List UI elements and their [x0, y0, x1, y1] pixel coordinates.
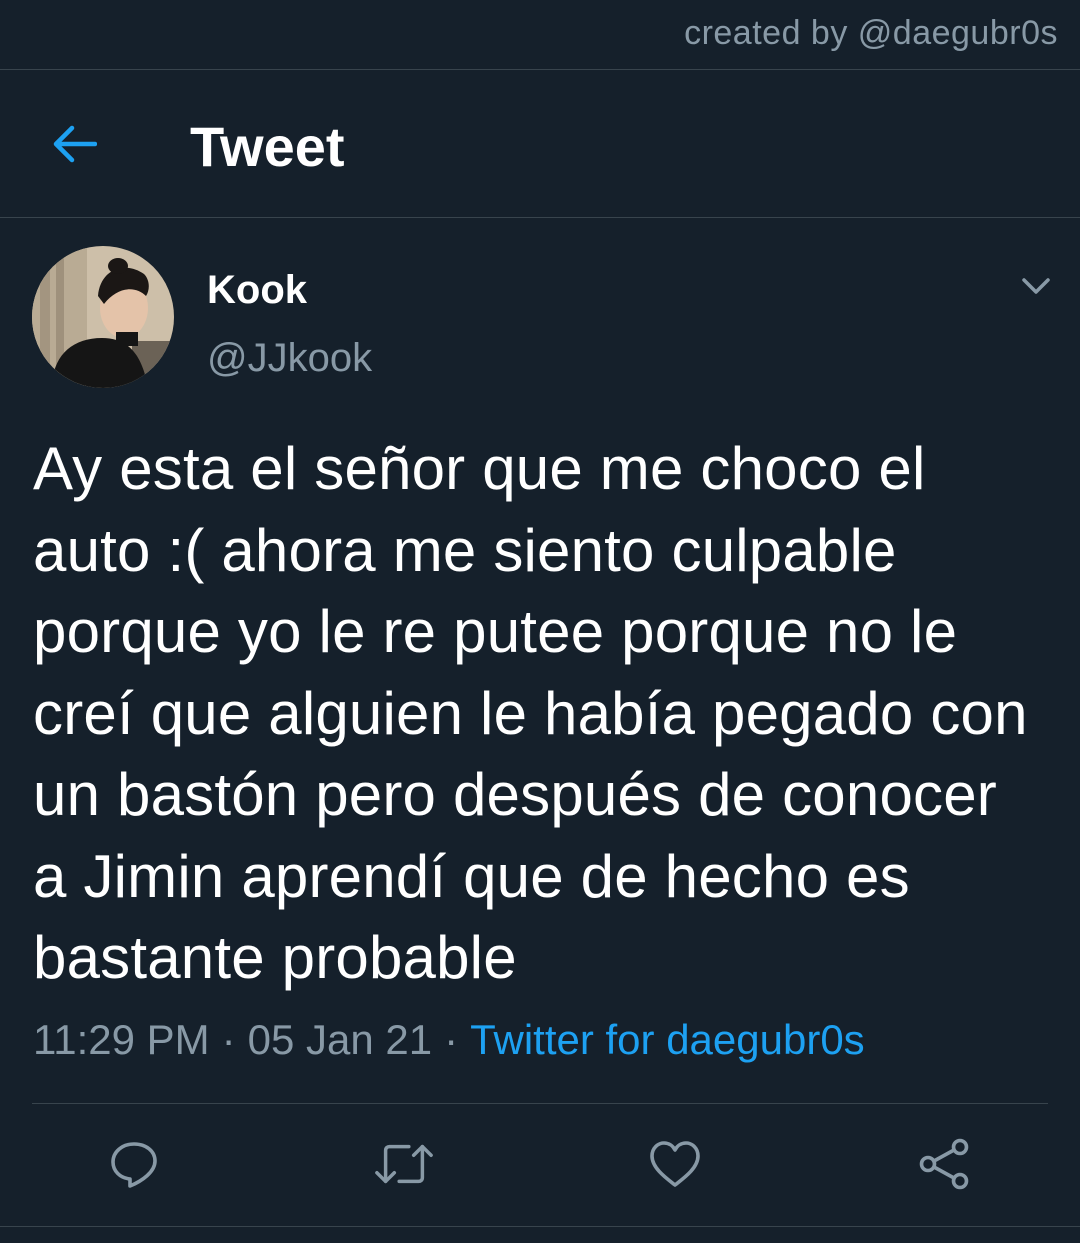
tweet-meta: 11:29 PM · 05 Jan 21 · Twitter for daegubr0s: [33, 1016, 865, 1064]
bottom-divider: [0, 1226, 1080, 1227]
credit-bar: created by @daegubr0s: [0, 0, 1080, 70]
page-title: Tweet: [190, 115, 345, 178]
back-button[interactable]: [44, 116, 104, 172]
avatar-image: [32, 246, 174, 388]
meta-separator: ·: [221, 1016, 236, 1063]
tweet-source-link[interactable]: Twitter for daegubr0s: [470, 1016, 865, 1063]
credit-text: created by @daegubr0s: [684, 14, 1058, 52]
share-button[interactable]: [914, 1134, 974, 1194]
share-icon: [919, 1138, 969, 1190]
avatar[interactable]: [32, 246, 174, 388]
tweet-time: 11:29 PM: [33, 1016, 210, 1063]
retweet-icon: [375, 1144, 433, 1184]
chevron-down-icon: [1022, 278, 1050, 294]
reply-icon: [111, 1142, 157, 1188]
header: Tweet: [0, 70, 1080, 218]
author-display-name[interactable]: Kook: [207, 268, 307, 313]
tweet-text: Ay esta el señor que me choco el auto :(…: [33, 435, 1028, 991]
tweet-date: 05 Jan 21: [247, 1016, 433, 1063]
action-bar: [0, 1134, 1080, 1194]
reply-button[interactable]: [104, 1134, 164, 1194]
heart-icon: [650, 1141, 700, 1187]
meta-separator: ·: [444, 1016, 459, 1063]
arrow-left-icon: [53, 125, 97, 163]
divider: [32, 1103, 1048, 1104]
more-options-button[interactable]: [1016, 268, 1056, 304]
like-button[interactable]: [645, 1134, 705, 1194]
author-handle[interactable]: @JJkook: [207, 336, 372, 381]
retweet-button[interactable]: [374, 1134, 434, 1194]
